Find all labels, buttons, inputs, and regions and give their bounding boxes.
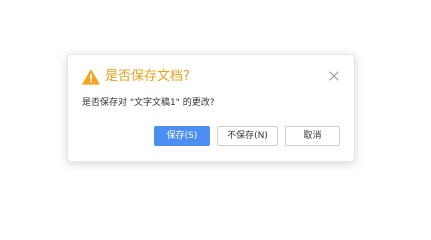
dialog-message: 是否保存对 "文字文稿1" 的更改? — [82, 98, 215, 108]
dont-save-button[interactable]: 不保存(N) — [217, 126, 278, 146]
dialog-button-row: 保存(S) 不保存(N) 取消 — [154, 126, 340, 146]
dialog-title: 是否保存文档? — [105, 69, 190, 84]
save-button[interactable]: 保存(S) — [154, 126, 210, 146]
warning-icon — [82, 69, 100, 85]
save-document-dialog: 是否保存文档? 是否保存对 "文字文稿1" 的更改? 保存(S) 不保存(N) … — [67, 54, 355, 162]
dialog-title-row: 是否保存文档? — [82, 67, 190, 87]
cancel-button[interactable]: 取消 — [285, 126, 340, 146]
close-icon[interactable] — [328, 70, 340, 82]
